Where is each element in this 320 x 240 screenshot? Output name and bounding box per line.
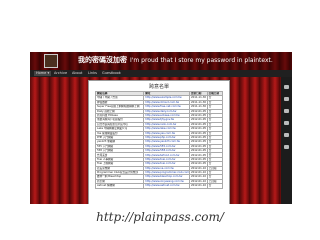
panel-title: 跨意名單 — [148, 84, 169, 90]
bookmark-icon[interactable] — [284, 97, 289, 101]
table-row: 自立市民與衛生局公民中心 http://www.rank.com.tw 2012-0… — [94, 121, 224, 128]
cell-updated: 2012-01-05 — [188, 130, 208, 136]
table-row: Super Free自由上網網站雜聊網上網 http://www.free-net… — [94, 104, 224, 110]
table-row: yes123 求職網 http://www.yes123.com.tw 2012-0… — [94, 139, 224, 145]
table-row: Programmer Club程式設計俱樂部 http://www.program… — [94, 169, 224, 176]
table-row: Daily 商務上網 http://www.daily.com.tw 2012-01… — [94, 108, 224, 115]
site-header: 我的密碼沒加密 I'm proud that I store my passwor… — [30, 52, 292, 70]
cell-reported: 否 — [206, 183, 224, 189]
site-title-en: I'm proud that I store my password in pl… — [130, 57, 273, 64]
table-row: Yes 瑜珈網業股份 http://www.yes.com.tw 2012-01-0… — [94, 130, 224, 136]
cell-updated: 2012-01-05 — [188, 148, 208, 154]
site-title-cn: 我的密碼沒加密 — [78, 56, 127, 64]
cell-updated: 2012-01-10 — [188, 178, 208, 185]
site-list-table: 網站名稱 網址 更新日期 回報日期 中國 / 中國 / 台灣 http://www… — [94, 90, 224, 189]
print-icon[interactable] — [284, 133, 289, 137]
nav-item-links[interactable]: Links — [88, 71, 97, 76]
cell-url[interactable]: http://www.xinjuwang.com.tw — [143, 178, 190, 185]
cell-updated: 2012-01-05 — [188, 117, 208, 123]
cell-updated: 2012-01-10 — [188, 169, 208, 176]
nav-item-archive[interactable]: Archive — [54, 71, 67, 76]
caption-url[interactable]: http://plainpass.com/ — [0, 210, 320, 224]
cell-updated: 2012-01-05 — [188, 112, 208, 119]
table-row: Lake 中國網賽宏網業公司 http://www.lake.com.tw 2012… — [94, 126, 224, 132]
cell-url[interactable]: http://www.astrust.com.tw — [143, 183, 190, 189]
cell-updated: 2011-11-30 — [188, 104, 208, 110]
cell-updated: 2012-01-05 — [188, 156, 208, 163]
cell-site-name: Programmer Club程式設計俱樂部 — [94, 169, 145, 176]
table-row: Astrust 購物網 http://www.astrust.com.tw 2012… — [94, 183, 224, 189]
cell-site-name: Super Free自由上網網站雜聊網上網 — [94, 104, 145, 110]
table-row: 鷹伸一網 Bleachtop http://www.bleachop.com.tw… — [94, 174, 224, 180]
cell-updated: 2011-11-30 — [188, 99, 208, 106]
mail-icon[interactable] — [284, 121, 289, 125]
nav-bar: Home ▾ Archive About Links Guestbook — [30, 70, 292, 77]
site-logo[interactable] — [44, 54, 58, 68]
cell-url[interactable]: http://www.programmer-club.com.tw — [143, 169, 190, 176]
cell-updated: 2012-01-05 — [188, 121, 208, 128]
nav-item-home[interactable]: Home ▾ — [34, 71, 52, 76]
side-toolbar — [281, 77, 292, 204]
cell-updated: 2012-01-05 — [188, 139, 208, 145]
cell-site-name: Astrust 購物網 — [94, 183, 145, 189]
comment-icon[interactable] — [284, 109, 289, 113]
table-row: 新育科技 ECbase http://www.ecbase.com.tw 2012-… — [94, 112, 224, 119]
share-icon[interactable] — [284, 85, 289, 89]
table-row: 中國 / 中國 / 台灣 http://www.example.com.tw 201… — [94, 95, 224, 101]
nav-item-guestbook[interactable]: Guestbook — [102, 71, 121, 76]
site-title[interactable]: 我的密碼沒加密 I'm proud that I store my passwor… — [78, 55, 273, 65]
cell-updated: 2012-01-10 — [188, 174, 208, 180]
cell-updated: 2012-01-05 — [188, 126, 208, 132]
cell-updated: 2012-01-05 — [188, 143, 208, 150]
cell-updated: 2012-01-10 — [188, 165, 208, 172]
rss-icon[interactable] — [284, 145, 289, 149]
cell-updated: 2012-01-05 — [188, 134, 208, 141]
cell-updated: 2011-11-30 — [188, 95, 208, 101]
screenshot-window: 我的密碼沒加密 I'm proud that I store my passwor… — [30, 52, 292, 204]
table-row: 重慶海線海戶名錄股份 http://www.tjhy.gov.tw 2012-01-… — [94, 117, 224, 123]
nav-item-about[interactable]: About — [72, 71, 82, 76]
content-panel: 跨意名單 網站名稱 網址 更新日期 回報日期 中國 / 中國 / 台灣 http:… — [88, 80, 230, 204]
cell-updated: 2012-01-05 — [188, 152, 208, 158]
cell-updated: 2012-01-05 — [188, 161, 208, 167]
cell-updated: 2012-01-05 — [188, 108, 208, 115]
cell-updated: 2012-01-10 — [188, 183, 208, 189]
